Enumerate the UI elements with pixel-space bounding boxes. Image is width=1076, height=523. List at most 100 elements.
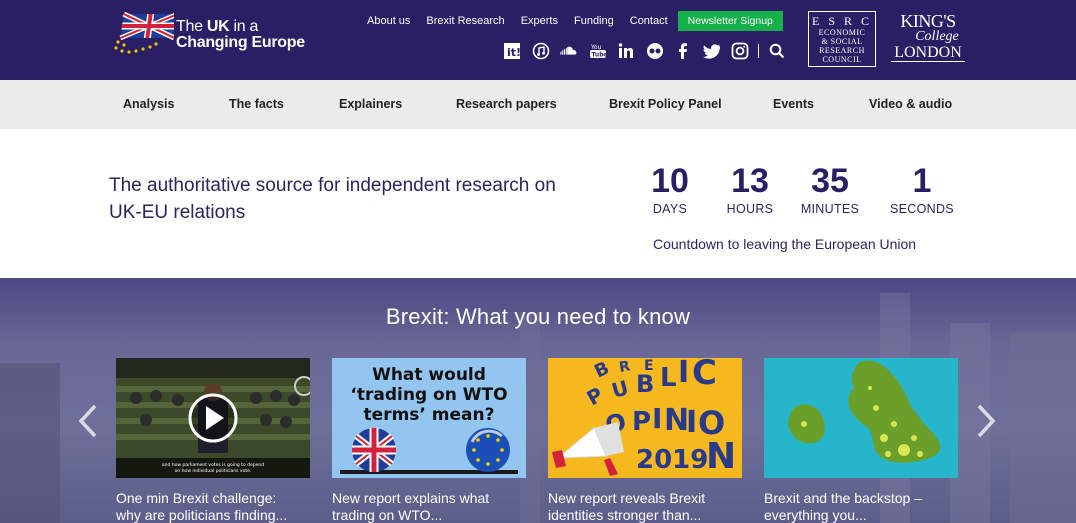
feature-card[interactable]: Brexit and the backstop – everything you…	[764, 358, 958, 523]
feature-title: Brexit: What you need to know	[385, 304, 691, 329]
main-nav-brexit-policy-panel[interactable]: Brexit Policy Panel	[609, 97, 722, 111]
kings-line2: College	[915, 29, 959, 44]
card-caption-line2: identities stronger than...	[548, 507, 702, 523]
svg-text:B: B	[636, 370, 654, 398]
soundcloud-icon[interactable]	[560, 42, 578, 60]
feature-card-caption[interactable]: New report explains what trading on WTO.…	[332, 490, 526, 523]
nav-about-us[interactable]: About us	[367, 15, 410, 27]
main-nav-events[interactable]: Events	[773, 97, 814, 111]
countdown-seconds-value: 1	[912, 162, 932, 200]
countdown-hours: 13 HOURS	[720, 160, 780, 216]
parliament-video-image: and how parliament votes is going to dep…	[116, 358, 310, 478]
countdown-minutes-value: 35	[811, 162, 849, 200]
feature-card[interactable]: B R E P U B L I C O P I N I O N 2019	[548, 358, 742, 523]
music-icon[interactable]	[532, 42, 550, 60]
countdown-minutes: 35 MINUTES	[795, 160, 865, 216]
uk-map-thumbnail[interactable]	[764, 358, 958, 478]
nav-experts[interactable]: Experts	[521, 15, 558, 27]
main-nav-analysis[interactable]: Analysis	[123, 97, 174, 111]
video-subtitle-line2: on how individual politicians vote.	[175, 468, 252, 474]
nav-contact[interactable]: Contact	[630, 15, 668, 27]
esrc-line: COUNCIL	[822, 55, 862, 64]
search-icon[interactable]	[768, 42, 786, 60]
countdown-days: 10 DAYS	[640, 160, 700, 216]
facebook-icon[interactable]	[674, 42, 692, 60]
newsletter-signup-button[interactable]: Newsletter Signup	[677, 11, 783, 31]
kings-line3: LONDON	[891, 44, 965, 62]
svg-text:it!: it!	[507, 46, 521, 59]
carousel-prev-icon[interactable]	[78, 404, 98, 438]
carousel-next-icon[interactable]	[976, 404, 996, 438]
nav-funding[interactable]: Funding	[574, 15, 614, 27]
background-building	[0, 363, 60, 523]
video-thumbnail[interactable]: and how parliament votes is going to dep…	[116, 358, 310, 478]
card-caption-line1: One min Brexit challenge:	[116, 490, 277, 506]
site-logo[interactable]: The UK in a Changing Europe	[110, 12, 310, 56]
wto-thumbnail[interactable]: What would ‘trading on WTO terms’ mean?	[332, 358, 526, 478]
feature-card-caption[interactable]: Brexit and the backstop – everything you…	[764, 490, 958, 523]
wto-text-line2: ‘trading on WTO	[350, 385, 507, 405]
logo-line2: Changing Europe	[176, 34, 305, 51]
nav-brexit-research[interactable]: Brexit Research	[426, 15, 504, 27]
svg-text:Tube: Tube	[591, 52, 607, 59]
main-nav: Analysis The facts Explainers Research p…	[0, 80, 1076, 129]
countdown-caption: Countdown to leaving the European Union	[653, 236, 917, 252]
instagram-icon[interactable]	[731, 42, 749, 60]
card-caption-line2: why are politicians finding...	[116, 507, 288, 523]
logo-line1-pre: The	[176, 18, 207, 35]
card-caption-line2: trading on WTO...	[332, 507, 443, 523]
background-building	[1010, 333, 1076, 523]
feature-card[interactable]: What would ‘trading on WTO terms’ mean?	[332, 358, 526, 523]
svg-text:I: I	[686, 405, 697, 440]
logo-line1-bold: UK	[206, 18, 230, 35]
video-subtitle-line1: and how parliament votes is going to dep…	[162, 462, 264, 468]
esrc-line: & SOCIAL	[821, 37, 863, 46]
card-caption-line1: Brexit and the backstop –	[764, 490, 922, 506]
svg-text:I: I	[678, 358, 689, 390]
svg-text:You: You	[590, 44, 602, 51]
esrc-logo[interactable]: E S R C ECONOMIC & SOCIAL RESEARCH COUNC…	[808, 11, 876, 67]
svg-text:N: N	[706, 436, 736, 477]
main-nav-video-audio[interactable]: Video & audio	[869, 97, 952, 111]
public-opinion-thumbnail[interactable]: B R E P U B L I C O P I N I O N 2019	[548, 358, 742, 478]
union-jack-logo-icon	[114, 12, 174, 54]
top-nav: About us Brexit Research Experts Funding…	[367, 11, 783, 31]
svg-text:I: I	[652, 402, 662, 435]
countdown-days-label: DAYS	[652, 202, 688, 216]
card-caption-line2: everything you...	[764, 507, 867, 523]
svg-text:P: P	[632, 407, 651, 437]
public-opinion-graphic-image: B R E P U B L I C O P I N I O N 2019	[548, 358, 742, 478]
site-logo-text: The UK in a Changing Europe	[176, 19, 305, 51]
countdown-days-value: 10	[651, 162, 689, 200]
youtube-icon[interactable]: You Tube	[589, 42, 607, 60]
flickr-icon[interactable]	[646, 42, 664, 60]
hero-tagline: The authoritative source for independent…	[109, 175, 556, 223]
feature-carousel: Brexit: What you need to know and how pa…	[0, 278, 1076, 523]
main-nav-explainers[interactable]: Explainers	[339, 97, 402, 111]
esrc-line: RESEARCH	[819, 46, 865, 55]
esrc-line: ECONOMIC	[818, 28, 866, 37]
card-caption-line1: New report explains what	[332, 490, 490, 506]
countdown-seconds-label: SECONDS	[890, 202, 954, 216]
countdown-hours-value: 13	[731, 162, 769, 200]
eu-ball-icon	[466, 428, 510, 472]
feature-card[interactable]: and how parliament votes is going to dep…	[116, 358, 310, 523]
main-nav-research-papers[interactable]: Research papers	[456, 97, 557, 111]
main-nav-the-facts[interactable]: The facts	[229, 97, 284, 111]
countdown-seconds: 1 SECONDS	[885, 160, 959, 216]
wto-graphic-image: What would ‘trading on WTO terms’ mean?	[332, 358, 526, 478]
wto-text-line3: terms’ mean?	[364, 405, 495, 425]
kings-college-logo[interactable]: KING'S College LONDON	[891, 12, 965, 64]
union-jack-ball-icon	[352, 428, 396, 472]
feature-card-caption[interactable]: One min Brexit challenge: why are politi…	[116, 490, 310, 523]
itunes-u-icon[interactable]: it!	[503, 42, 521, 60]
uk-satellite-map-image	[764, 358, 958, 478]
feature-card-caption[interactable]: New report reveals Brexit identities str…	[548, 490, 742, 523]
svg-text:C: C	[692, 358, 717, 393]
twitter-icon[interactable]	[702, 42, 721, 60]
social-links: it! You Tube	[503, 40, 796, 62]
wto-text-line1: What would	[372, 365, 486, 385]
logo-line1-post: in a	[229, 18, 259, 35]
card-caption-line1: New report reveals Brexit	[548, 490, 706, 506]
linkedin-icon[interactable]	[617, 42, 635, 60]
